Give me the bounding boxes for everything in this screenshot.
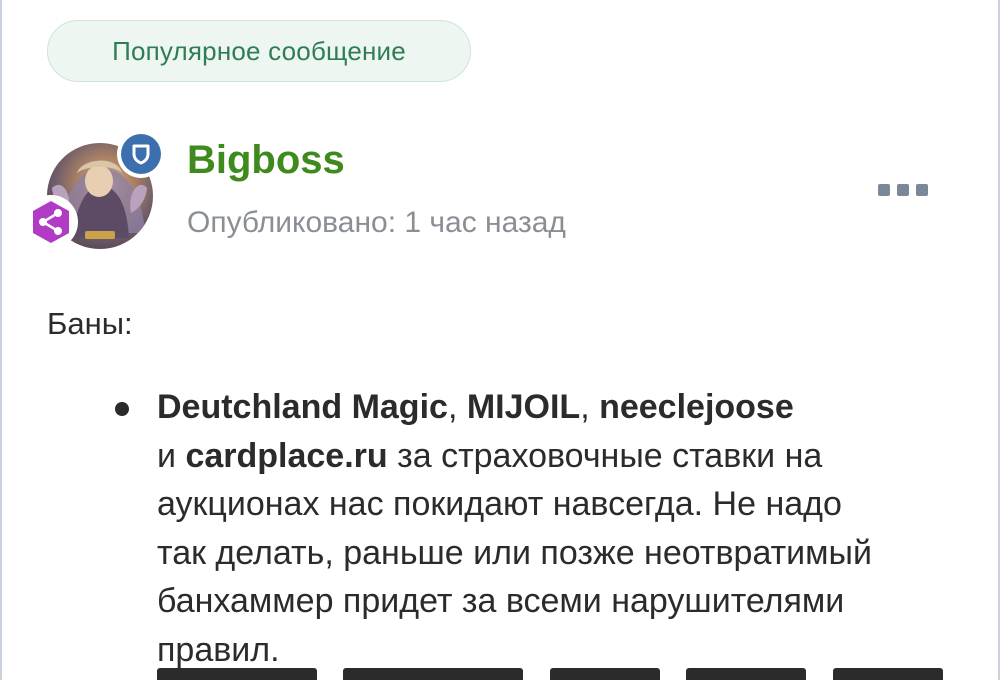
level-badge	[24, 195, 78, 249]
banned-user[interactable]: cardplace.ru	[185, 437, 387, 475]
ban-line-3: аукционах нас покидают навсегда. Не надо	[157, 485, 842, 523]
ban-line-1: Deutchland Magic, MIJOIL, neeclejoose	[157, 383, 977, 432]
popular-post-badge: Популярное сообщение	[47, 20, 471, 82]
post-card: Популярное сообщение Bigboss Опубликован…	[0, 0, 1000, 680]
more-dots-icon[interactable]	[878, 178, 928, 202]
bans-heading: Баны:	[47, 306, 133, 341]
cropped-word	[549, 668, 660, 680]
list-bullet	[115, 402, 129, 416]
cropped-word	[343, 668, 524, 680]
separator: ,	[447, 388, 467, 426]
published-time: Опубликовано: 1 час назад	[187, 206, 566, 239]
banned-user[interactable]: neeclejoose	[599, 388, 794, 426]
ban-reason: за страховочные ставки на	[387, 436, 823, 475]
moderator-badge	[117, 130, 165, 178]
ban-line-4: так делать, раньше или позже неотвратимы…	[157, 533, 872, 572]
ban-list-item: Deutchland Magic, MIJOIL, neeclejoose и …	[157, 383, 977, 674]
author-name[interactable]: Bigboss	[187, 138, 345, 183]
more-dot	[878, 184, 890, 196]
cropped-word	[157, 668, 317, 680]
share-node-icon	[33, 201, 69, 243]
more-dot	[916, 184, 928, 196]
separator: ,	[580, 388, 600, 426]
ban-line-2: и cardplace.ru за страховочные ставки на	[157, 432, 977, 481]
conjunction: и	[157, 436, 186, 475]
more-dot	[897, 184, 909, 196]
ban-line-5: банхаммер придет за всеми нарушителями	[157, 582, 845, 620]
cropped-word	[832, 668, 943, 680]
next-line-cropped	[157, 662, 977, 680]
shield-icon	[132, 144, 150, 165]
banned-user[interactable]: Deutchland Magic	[157, 388, 448, 426]
popular-post-label: Популярное сообщение	[112, 35, 406, 66]
banned-user[interactable]: MIJOIL	[467, 388, 580, 426]
cropped-word	[686, 668, 807, 680]
